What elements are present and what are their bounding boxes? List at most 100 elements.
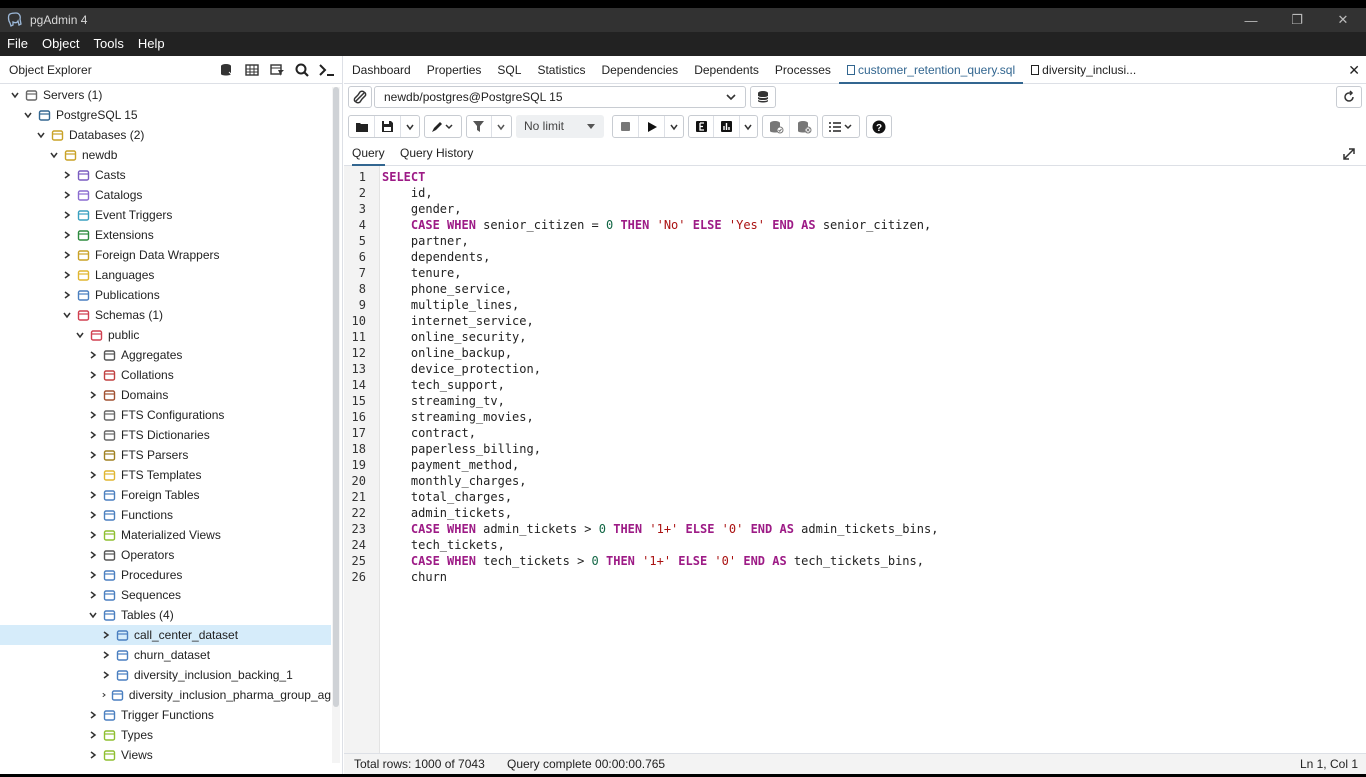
save-options-dropdown[interactable] <box>401 116 419 137</box>
psql-tool-button[interactable] <box>316 59 338 81</box>
tree-item[interactable]: Domains <box>0 385 331 405</box>
execute-options-dropdown[interactable] <box>665 116 683 137</box>
connection-status-button[interactable] <box>348 86 372 108</box>
chevron-down-icon[interactable] <box>23 110 33 120</box>
chevron-right-icon[interactable] <box>101 690 107 700</box>
tree-item[interactable]: call_center_dataset <box>0 625 331 645</box>
chevron-down-icon[interactable] <box>36 130 46 140</box>
close-tab-icon[interactable]: ✕ <box>1348 62 1360 79</box>
tab-statistics[interactable]: Statistics <box>529 56 593 84</box>
code-line[interactable]: streaming_movies, <box>382 410 534 424</box>
tree-item[interactable]: FTS Templates <box>0 465 331 485</box>
code-line[interactable]: dependents, <box>382 250 490 264</box>
tab-properties[interactable]: Properties <box>419 56 490 84</box>
query-tool-button[interactable] <box>216 59 238 81</box>
tab-processes[interactable]: Processes <box>767 56 839 84</box>
tree-item[interactable]: FTS Dictionaries <box>0 425 331 445</box>
open-file-button[interactable] <box>349 116 375 137</box>
execute-button[interactable] <box>639 116 665 137</box>
search-objects-button[interactable] <box>291 59 313 81</box>
chevron-right-icon[interactable] <box>62 270 72 280</box>
chevron-right-icon[interactable] <box>101 630 111 640</box>
tree-item[interactable]: Trigger Functions <box>0 705 331 725</box>
menu-help[interactable]: Help <box>131 32 172 56</box>
chevron-down-icon[interactable] <box>10 90 20 100</box>
tree-item[interactable]: Foreign Tables <box>0 485 331 505</box>
chevron-right-icon[interactable] <box>88 430 98 440</box>
tree-item[interactable]: FTS Configurations <box>0 405 331 425</box>
tree-item[interactable]: Schemas (1) <box>0 305 331 325</box>
code-line[interactable]: payment_method, <box>382 458 519 472</box>
chevron-down-icon[interactable] <box>88 610 98 620</box>
macros-group[interactable] <box>822 115 860 138</box>
code-line[interactable]: phone_service, <box>382 282 512 296</box>
code-line[interactable]: CASE WHEN admin_tickets > 0 THEN '1+' EL… <box>382 522 939 536</box>
tree-item[interactable]: Aggregates <box>0 345 331 365</box>
tab-dependencies[interactable]: Dependencies <box>593 56 686 84</box>
chevron-right-icon[interactable] <box>88 470 98 480</box>
filter-dropdown[interactable] <box>492 116 511 137</box>
explain-button[interactable] <box>689 116 715 137</box>
code-line[interactable]: tenure, <box>382 266 462 280</box>
code-line[interactable]: partner, <box>382 234 469 248</box>
restore-button[interactable]: ❐ <box>1274 8 1320 32</box>
chevron-right-icon[interactable] <box>62 210 72 220</box>
menu-file[interactable]: File <box>0 32 35 56</box>
tree-item[interactable]: Tables (4) <box>0 605 331 625</box>
tree-item[interactable]: Sequences <box>0 585 331 605</box>
menu-object[interactable]: Object <box>35 32 87 56</box>
tree-item[interactable]: public <box>0 325 331 345</box>
explorer-scrollbar[interactable] <box>332 87 340 763</box>
code-line[interactable]: CASE WHEN tech_tickets > 0 THEN '1+' ELS… <box>382 554 924 568</box>
edit-menu-button[interactable] <box>425 116 461 137</box>
chevron-right-icon[interactable] <box>88 370 98 380</box>
tree-item[interactable]: Procedures <box>0 565 331 585</box>
chevron-right-icon[interactable] <box>88 730 98 740</box>
tab-query[interactable]: Query <box>352 142 385 166</box>
tree-item[interactable]: Publications <box>0 285 331 305</box>
code-line[interactable]: streaming_tv, <box>382 394 505 408</box>
chevron-right-icon[interactable] <box>88 410 98 420</box>
expand-icon[interactable] <box>1342 147 1356 161</box>
chevron-right-icon[interactable] <box>101 650 111 660</box>
explain-options-dropdown[interactable] <box>740 116 757 137</box>
chevron-right-icon[interactable] <box>88 550 98 560</box>
tree-item[interactable]: Extensions <box>0 225 331 245</box>
tree-item[interactable]: Views <box>0 745 331 765</box>
tree-item[interactable]: PostgreSQL 15 <box>0 105 331 125</box>
code-line[interactable]: tech_support, <box>382 378 505 392</box>
chevron-right-icon[interactable] <box>88 490 98 500</box>
chevron-right-icon[interactable] <box>88 530 98 540</box>
code-line[interactable]: paperless_billing, <box>382 442 541 456</box>
tab-sql[interactable]: SQL <box>489 56 529 84</box>
chevron-right-icon[interactable] <box>88 510 98 520</box>
code-line[interactable]: total_charges, <box>382 490 512 504</box>
code-line[interactable]: multiple_lines, <box>382 298 519 312</box>
connection-select[interactable]: newdb/postgres@PostgreSQL 15 <box>374 86 746 108</box>
filtered-rows-button[interactable] <box>266 59 288 81</box>
tree-item[interactable]: Event Triggers <box>0 205 331 225</box>
explain-analyze-button[interactable] <box>714 116 740 137</box>
tab-customer-retention-query[interactable]: customer_retention_query.sql <box>838 56 1024 84</box>
chevron-right-icon[interactable] <box>62 250 72 260</box>
tab-dependents[interactable]: Dependents <box>686 56 767 84</box>
tree-item[interactable]: Casts <box>0 165 331 185</box>
tree-item[interactable]: diversity_inclusion_pharma_group_ag <box>0 685 331 705</box>
reset-layout-button[interactable] <box>1336 86 1362 108</box>
new-connection-button[interactable] <box>750 86 776 108</box>
view-data-button[interactable] <box>241 59 263 81</box>
tree-item[interactable]: newdb <box>0 145 331 165</box>
chevron-right-icon[interactable] <box>88 390 98 400</box>
chevron-right-icon[interactable] <box>62 230 72 240</box>
edit-group[interactable] <box>424 115 462 138</box>
tab-query-history[interactable]: Query History <box>400 142 473 166</box>
commit-button[interactable] <box>763 116 791 137</box>
code-line[interactable]: contract, <box>382 426 476 440</box>
chevron-right-icon[interactable] <box>62 170 72 180</box>
tree-item[interactable]: Foreign Data Wrappers <box>0 245 331 265</box>
code-line[interactable]: churn <box>382 570 447 584</box>
chevron-right-icon[interactable] <box>62 290 72 300</box>
tree-item[interactable]: FTS Parsers <box>0 445 331 465</box>
chevron-right-icon[interactable] <box>88 590 98 600</box>
chevron-down-icon[interactable] <box>49 150 59 160</box>
